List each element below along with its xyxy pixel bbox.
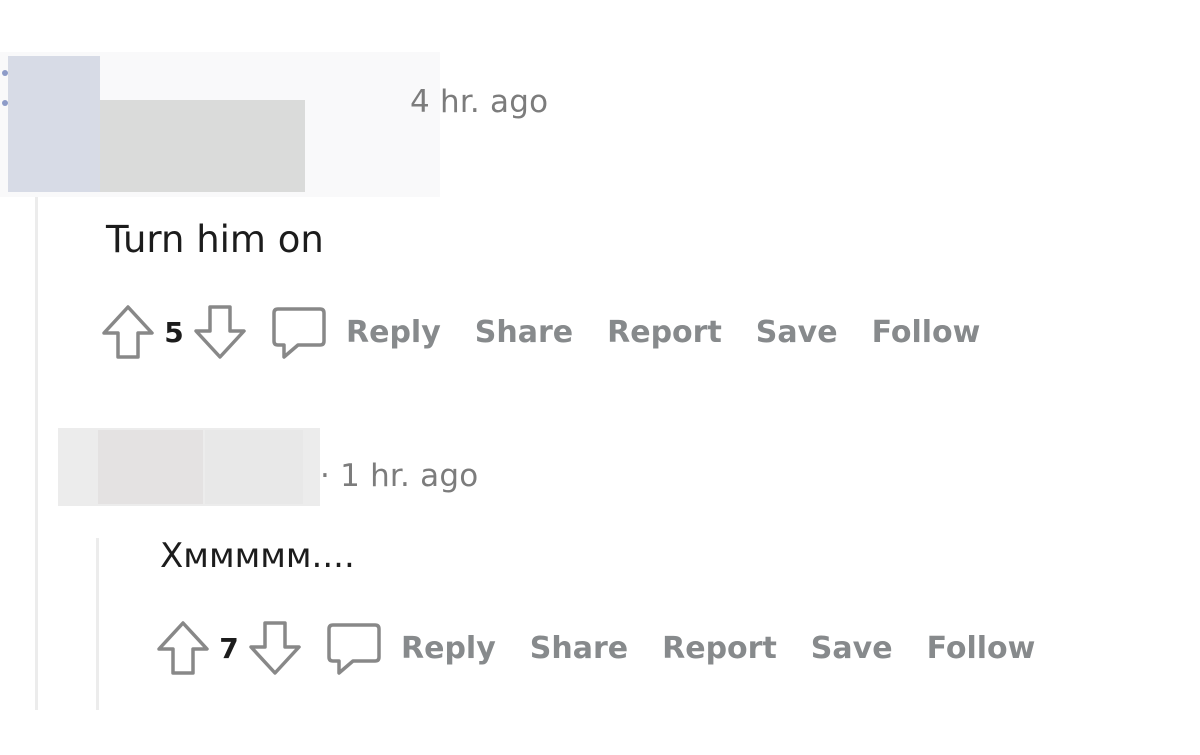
follow-button[interactable]: Follow (927, 631, 1036, 666)
downvote-arrow-icon[interactable] (247, 619, 303, 677)
comment-timestamp: · 1 hr. ago (320, 458, 479, 494)
share-button[interactable]: Share (475, 315, 573, 350)
thread-line-inner[interactable] (96, 538, 99, 710)
reply-button[interactable]: Reply (346, 315, 441, 350)
report-button[interactable]: Report (607, 315, 722, 350)
downvote-arrow-icon[interactable] (192, 303, 248, 361)
report-button[interactable]: Report (662, 631, 777, 666)
reply-button[interactable]: Reply (401, 631, 496, 666)
upvote-arrow-icon[interactable] (155, 619, 211, 677)
comment-text: Turn him on (106, 218, 324, 261)
vote-score: 7 (219, 631, 239, 665)
save-button[interactable]: Save (756, 315, 838, 350)
follow-button[interactable]: Follow (872, 315, 981, 350)
upvote-arrow-icon[interactable] (100, 303, 156, 361)
speech-bubble-icon[interactable] (325, 619, 383, 677)
comment-action-bar: 5 Reply Share Report Save Follow (100, 302, 980, 362)
thread-line-outer[interactable] (35, 195, 38, 710)
comment-text: Хммммм.... (160, 536, 355, 576)
comment-timestamp: 4 hr. ago (410, 84, 549, 120)
save-button[interactable]: Save (811, 631, 893, 666)
comment-action-bar: 7 Reply Share Report Save Follow (155, 618, 1035, 678)
share-button[interactable]: Share (530, 631, 628, 666)
speech-bubble-icon[interactable] (270, 303, 328, 361)
vote-score: 5 (164, 315, 184, 349)
